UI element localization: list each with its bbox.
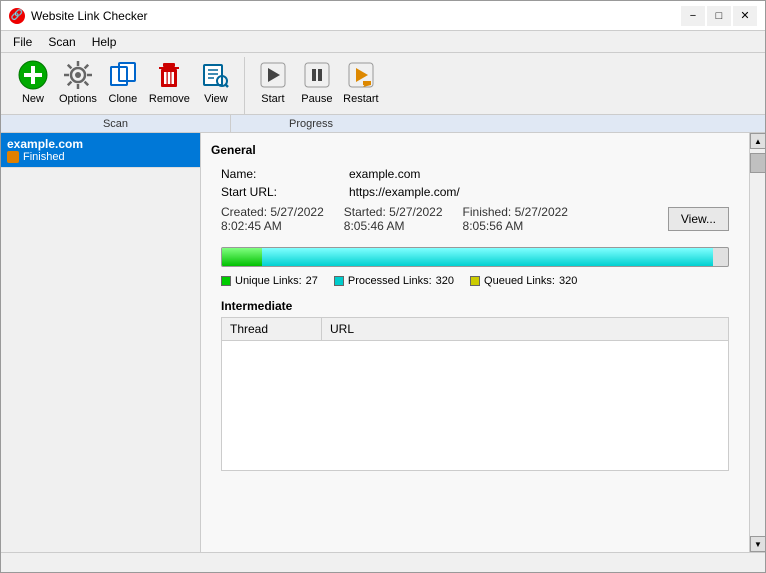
dates-row: Created: 5/27/2022 8:02:45 AM Started: 5…	[211, 201, 739, 237]
intermediate-title: Intermediate	[221, 299, 729, 313]
processed-links-dot	[334, 276, 344, 286]
pause-label: Pause	[301, 93, 332, 105]
scrollbar-thumb[interactable]	[750, 153, 765, 173]
finished-time: 8:05:56 AM	[463, 219, 568, 233]
started-label: Started: 5/27/2022	[344, 205, 443, 219]
options-icon	[62, 59, 94, 91]
options-label: Options	[59, 93, 97, 105]
progress-group-label: Progress	[231, 115, 391, 132]
created-label: Created: 5/27/2022	[221, 205, 324, 219]
toolbar: New	[1, 53, 765, 133]
sidebar: example.com Finished	[1, 133, 201, 552]
start-button[interactable]: Start	[251, 57, 295, 107]
menu-bar: File Scan Help	[1, 31, 765, 53]
progress-stats: Unique Links: 27 Processed Links: 320 Qu…	[211, 271, 739, 291]
thread-table: Thread URL	[221, 317, 729, 341]
view-label: View	[204, 93, 228, 105]
general-section-title: General	[211, 143, 739, 157]
thread-table-body	[221, 341, 729, 471]
main-window: 🔗 Website Link Checker − □ ✕ File Scan H…	[0, 0, 766, 573]
start-label: Start	[261, 93, 284, 105]
title-bar-left: 🔗 Website Link Checker	[9, 8, 148, 24]
new-label: New	[22, 93, 44, 105]
toolbar-buttons: New	[1, 53, 765, 114]
window-controls: − □ ✕	[681, 6, 757, 26]
pause-button[interactable]: Pause	[295, 57, 339, 107]
sidebar-item-name: example.com	[7, 137, 194, 151]
window-title: Website Link Checker	[31, 9, 148, 23]
unique-links-value: 27	[306, 275, 318, 287]
minimize-button[interactable]: −	[681, 6, 705, 26]
queued-links-dot	[470, 276, 480, 286]
finished-label: Finished: 5/27/2022	[463, 205, 568, 219]
queued-links-label: Queued Links:	[484, 275, 555, 287]
remove-button[interactable]: Remove	[145, 57, 194, 107]
start-icon	[257, 59, 289, 91]
view-detail-button[interactable]: View...	[668, 207, 729, 231]
created-block: Created: 5/27/2022 8:02:45 AM	[221, 205, 324, 233]
thread-col-header: Thread	[222, 318, 322, 341]
remove-icon	[153, 59, 185, 91]
status-icon	[7, 151, 19, 163]
close-button[interactable]: ✕	[733, 6, 757, 26]
pause-icon	[301, 59, 333, 91]
start-url-label: Start URL:	[221, 185, 341, 199]
created-time: 8:02:45 AM	[221, 219, 324, 233]
unique-links-label: Unique Links:	[235, 275, 302, 287]
menu-scan[interactable]: Scan	[40, 33, 83, 51]
maximize-button[interactable]: □	[707, 6, 731, 26]
name-row: Name: example.com	[211, 165, 739, 183]
scrollbar[interactable]: ▲ ▼	[749, 133, 765, 552]
menu-help[interactable]: Help	[84, 33, 125, 51]
clone-label: Clone	[109, 93, 138, 105]
start-url-value: https://example.com/	[349, 185, 460, 199]
name-label: Name:	[221, 167, 341, 181]
processed-links-stat: Processed Links: 320	[334, 275, 454, 287]
main-content: example.com Finished General Name: examp…	[1, 133, 765, 552]
title-bar: 🔗 Website Link Checker − □ ✕	[1, 1, 765, 31]
queued-links-value: 320	[559, 275, 577, 287]
toolbar-scan-group: New	[5, 57, 245, 114]
menu-file[interactable]: File	[5, 33, 40, 51]
sidebar-item-example[interactable]: example.com Finished	[1, 133, 200, 168]
new-icon	[17, 59, 49, 91]
finished-block: Finished: 5/27/2022 8:05:56 AM	[463, 205, 568, 233]
intermediate-section: Intermediate Thread URL	[221, 299, 729, 471]
view-icon	[200, 59, 232, 91]
progress-bar	[221, 247, 729, 267]
clone-icon	[107, 59, 139, 91]
sidebar-item-status-text: Finished	[23, 151, 65, 163]
new-button[interactable]: New	[11, 57, 55, 107]
queued-links-stat: Queued Links: 320	[470, 275, 577, 287]
detail-panel: General Name: example.com Start URL: htt…	[201, 133, 749, 552]
processed-links-value: 320	[436, 275, 454, 287]
start-url-row: Start URL: https://example.com/	[211, 183, 739, 201]
unique-links-stat: Unique Links: 27	[221, 275, 318, 287]
started-time: 8:05:46 AM	[344, 219, 443, 233]
started-block: Started: 5/27/2022 8:05:46 AM	[344, 205, 443, 233]
app-icon: 🔗	[9, 8, 25, 24]
clone-button[interactable]: Clone	[101, 57, 145, 107]
scrollbar-down[interactable]: ▼	[750, 536, 765, 552]
options-button[interactable]: Options	[55, 57, 101, 107]
restart-button[interactable]: Restart	[339, 57, 383, 107]
processed-links-label: Processed Links:	[348, 275, 432, 287]
toolbar-progress-group: Start Pause	[245, 57, 389, 114]
sidebar-item-status: Finished	[7, 151, 194, 163]
name-value: example.com	[349, 167, 420, 181]
scrollbar-up[interactable]: ▲	[750, 133, 765, 149]
restart-icon	[345, 59, 377, 91]
status-bar	[1, 552, 765, 572]
scan-group-label: Scan	[1, 115, 231, 132]
restart-label: Restart	[343, 93, 378, 105]
view-toolbar-button[interactable]: View	[194, 57, 238, 107]
url-col-header: URL	[322, 318, 729, 341]
unique-links-dot	[221, 276, 231, 286]
remove-label: Remove	[149, 93, 190, 105]
progress-bar-cyan	[262, 248, 712, 266]
toolbar-labels: Scan Progress	[1, 114, 765, 132]
progress-bar-green	[222, 248, 262, 266]
